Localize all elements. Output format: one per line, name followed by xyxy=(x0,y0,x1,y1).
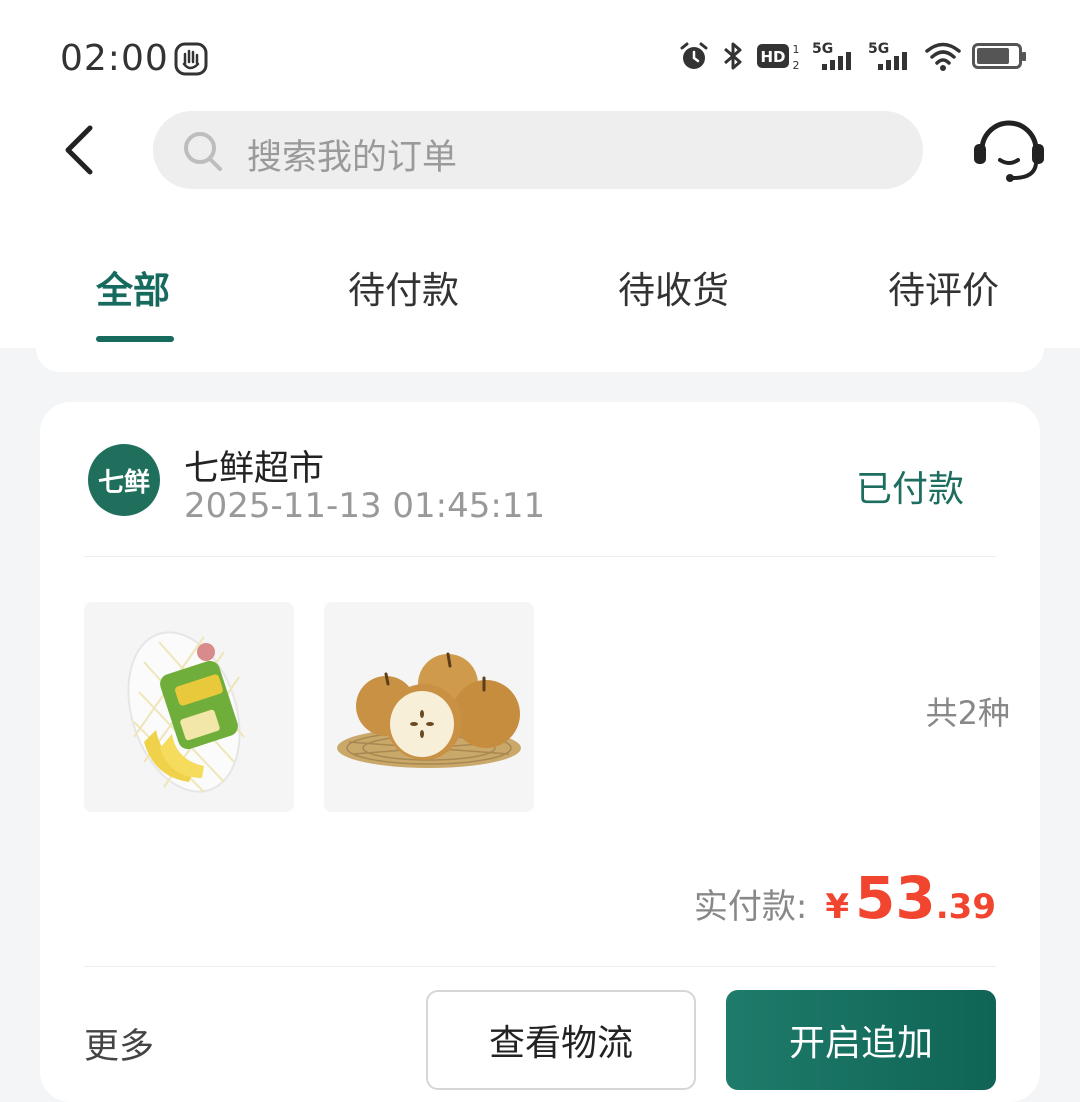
status-bar: 02:00 HD 1 2 5G 5G xyxy=(0,0,1080,110)
payment-summary: 实付款: ¥ 53 .39 xyxy=(694,864,996,932)
payment-amount-integer: 53 xyxy=(855,864,936,932)
divider xyxy=(84,556,996,557)
svg-text:5G: 5G xyxy=(812,41,833,57)
divider xyxy=(84,966,996,967)
hd-icon: HD 1 2 xyxy=(757,43,800,72)
hand-icon xyxy=(174,42,208,76)
payment-label: 实付款: xyxy=(693,887,808,927)
signal-5g-icon-1: 5G xyxy=(812,41,851,70)
bluetooth-icon xyxy=(724,42,742,70)
order-tabs: 全部 待付款 待收货 待评价 xyxy=(0,248,1080,348)
back-arrow-icon[interactable] xyxy=(58,120,102,180)
search-bar[interactable]: 搜索我的订单 xyxy=(153,111,923,189)
order-time: 2025-11-13 01:45:11 xyxy=(184,486,546,526)
start-add-on-button[interactable]: 开启追加 xyxy=(726,990,996,1090)
currency-symbol: ¥ xyxy=(825,887,850,927)
battery-icon xyxy=(972,43,1026,69)
search-icon xyxy=(184,132,222,171)
previous-order-card-edge xyxy=(36,348,1044,372)
tab-pending-payment[interactable]: 待付款 xyxy=(348,260,459,314)
view-logistics-button[interactable]: 查看物流 xyxy=(426,990,696,1090)
status-icons: HD 1 2 5G 5G xyxy=(678,40,1026,72)
svg-text:HD: HD xyxy=(760,48,785,66)
tab-pending-review[interactable]: 待评价 xyxy=(888,260,999,314)
item-count[interactable]: 共2种 xyxy=(926,688,1010,734)
shop-name[interactable]: 七鲜超市 xyxy=(184,440,324,491)
more-button[interactable]: 更多 xyxy=(84,1018,154,1069)
signal-5g-icon-2: 5G xyxy=(868,41,907,70)
alarm-icon xyxy=(680,42,708,69)
active-tab-indicator xyxy=(96,336,174,342)
top-bar: 02:00 HD 1 2 5G 5G 搜索我的订单 全部 待付款 待收货 待评价 xyxy=(0,0,1080,348)
svg-text:1: 1 xyxy=(793,43,800,56)
tab-all[interactable]: 全部 xyxy=(96,260,170,314)
payment-amount-decimal: .39 xyxy=(935,887,996,927)
product-thumb-banana[interactable] xyxy=(84,602,294,812)
customer-service-icon[interactable] xyxy=(970,114,1048,186)
search-placeholder: 搜索我的订单 xyxy=(247,138,458,178)
status-time: 02:00 xyxy=(60,38,169,79)
order-card[interactable]: 七鲜 七鲜超市 2025-11-13 01:45:11 已付款 共2种 实付款:… xyxy=(40,402,1040,1102)
banana-bag-image xyxy=(127,631,245,793)
wifi-icon xyxy=(925,42,961,71)
svg-text:2: 2 xyxy=(793,59,800,72)
order-status: 已付款 xyxy=(855,469,964,510)
svg-text:5G: 5G xyxy=(868,41,889,57)
shop-logo: 七鲜 xyxy=(88,444,160,516)
tab-pending-delivery[interactable]: 待收货 xyxy=(618,260,729,314)
pear-basket-image xyxy=(337,652,521,768)
product-thumb-pear[interactable] xyxy=(324,602,534,812)
